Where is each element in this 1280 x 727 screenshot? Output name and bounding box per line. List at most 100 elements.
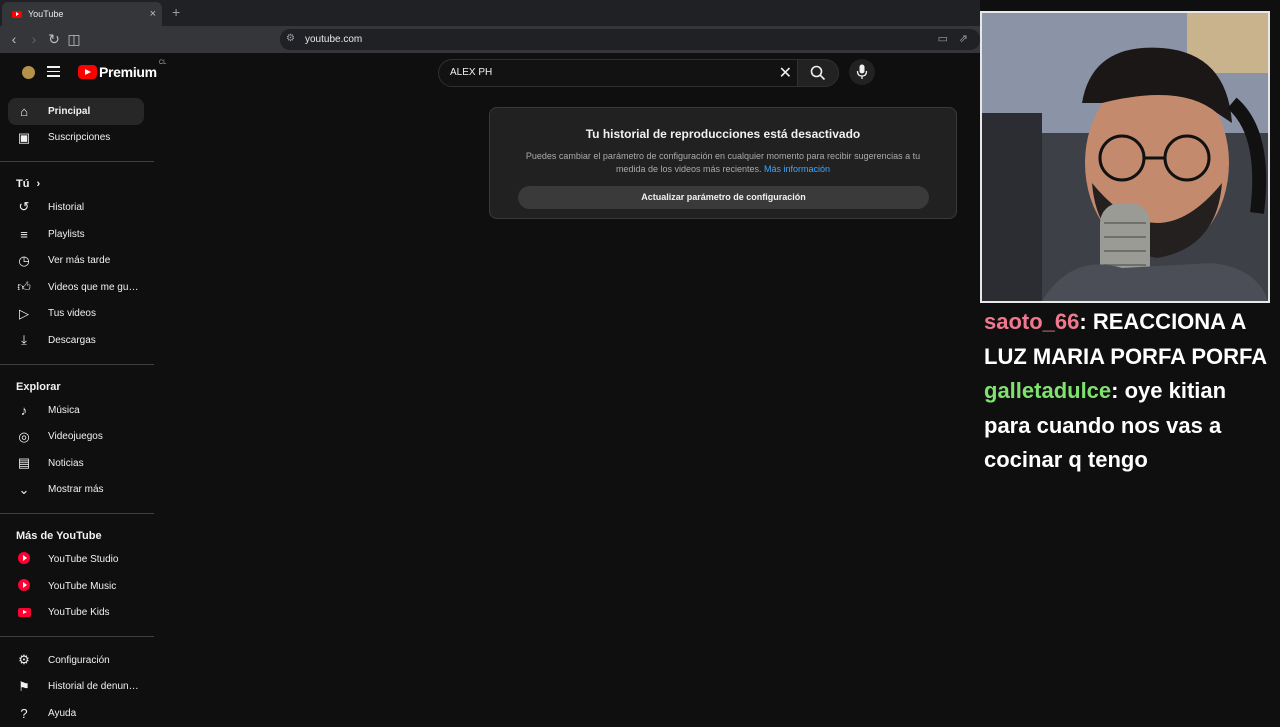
history-off-description: Puedes cambiar el parámetro de configura… <box>518 150 928 176</box>
account-avatar[interactable] <box>22 66 35 79</box>
search-button[interactable] <box>797 59 839 87</box>
stream-chat-overlay: saoto_66: REACCIONA A LUZ MARIA PORFA PO… <box>984 305 1274 478</box>
sidebar-item-label: Ayuda <box>48 707 77 719</box>
sidebar-item-label: Descargas <box>48 334 96 346</box>
menu-icon[interactable] <box>47 66 60 77</box>
sidebar-item-youtube-music[interactable]: YouTube Music <box>8 573 144 600</box>
subscriptions-icon: ▣ <box>17 129 31 145</box>
like-icon: 👍︎ <box>17 279 31 295</box>
youtube-kids-icon <box>16 605 32 620</box>
youtube-favicon-icon <box>12 10 22 18</box>
sidebar-item-ver-mas-tarde[interactable]: ◷ Ver más tarde <box>8 247 144 274</box>
sidebar-item-descargas[interactable]: ⤓ Descargas <box>8 327 144 354</box>
url-text: youtube.com <box>305 34 363 45</box>
sidebar-divider <box>0 513 154 515</box>
sidebar-item-noticias[interactable]: ▤ Noticias <box>8 450 144 477</box>
sidebar-item-tus-videos[interactable]: ▷ Tus videos <box>8 301 144 328</box>
your-videos-icon: ▷ <box>19 305 29 321</box>
home-icon: ⌂ <box>20 103 28 119</box>
music-icon: ♪ <box>20 402 28 418</box>
sidebar-item-suscripciones[interactable]: ▣ Suscripciones <box>8 125 144 152</box>
share-icon[interactable]: ⇗ <box>959 32 968 45</box>
sidebar-explore-header: Explorar <box>16 380 61 393</box>
history-icon: ↺ <box>18 199 30 215</box>
search-input[interactable]: ALEX PH ✕ <box>438 59 799 87</box>
history-off-card: Tu historial de reproducciones está desa… <box>489 107 957 219</box>
microphone-icon <box>856 64 868 79</box>
chat-username: saoto_66 <box>984 309 1080 334</box>
flag-icon: ⚑ <box>18 678 30 694</box>
more-info-link[interactable]: Más información <box>764 164 830 174</box>
sidebar-item-label: Noticias <box>48 457 84 469</box>
logo-text: Premium <box>99 64 157 80</box>
youtube-studio-icon <box>16 551 32 567</box>
streamer-webcam-image <box>982 13 1268 301</box>
webcam-overlay <box>980 11 1270 303</box>
sidebar-item-historial[interactable]: ↺ Historial <box>8 194 144 221</box>
cast-icon[interactable]: ▭ <box>938 32 948 45</box>
description-text: Puedes cambiar el parámetro de configura… <box>525 151 921 174</box>
chat-message: galletadulce: oye kitian para cuando nos… <box>984 378 1227 472</box>
chat-message: saoto_66: REACCIONA A LUZ MARIA PORFA PO… <box>984 309 1268 369</box>
chevron-down-icon: ⌄ <box>18 481 30 497</box>
youtube-music-icon <box>16 578 32 594</box>
download-icon: ⤓ <box>21 332 27 348</box>
sidebar-item-label: Videos que me gus... <box>48 281 140 293</box>
new-tab-button[interactable]: + <box>172 4 180 20</box>
country-code: CL <box>158 60 167 66</box>
sidebar-toggle-icon[interactable]: ◫ <box>66 31 82 48</box>
sidebar-item-label: Ver más tarde <box>48 255 111 267</box>
sidebar-item-label: Música <box>48 404 80 416</box>
reload-icon[interactable]: ↻ <box>46 31 62 48</box>
playlists-icon: ≡ <box>20 226 28 242</box>
tab-close-button[interactable]: × <box>150 8 156 20</box>
sidebar-item-label: Playlists <box>48 228 85 240</box>
search-icon <box>810 65 826 81</box>
site-info-icon[interactable]: ⚙ <box>286 33 295 44</box>
sidebar-item-label: Videojuegos <box>48 431 103 443</box>
sidebar-item-label: Tus videos <box>48 308 96 320</box>
gear-icon: ⚙ <box>18 652 30 668</box>
clear-search-button[interactable]: ✕ <box>779 63 792 83</box>
browser-tab[interactable]: YouTube × <box>2 2 162 26</box>
sidebar-divider <box>0 161 154 163</box>
forward-icon[interactable]: › <box>26 31 42 47</box>
youtube-premium-logo[interactable]: Premium CL <box>78 60 166 80</box>
guide-sidebar: ⌂ Principal ▣ Suscripciones Tú › ↺ Histo… <box>0 98 154 727</box>
sidebar-item-label: Historial de denunc... <box>48 681 140 693</box>
sidebar-item-youtube-studio[interactable]: YouTube Studio <box>8 546 144 573</box>
sidebar-item-label: YouTube Kids <box>48 607 110 619</box>
chevron-right-icon: › <box>36 178 41 191</box>
back-icon[interactable]: ‹ <box>6 31 22 47</box>
sidebar-item-principal[interactable]: ⌂ Principal <box>8 98 144 125</box>
history-off-title: Tu historial de reproducciones está desa… <box>585 127 861 141</box>
sidebar-item-label: Configuración <box>48 654 110 666</box>
tab-title: YouTube <box>28 9 64 19</box>
sidebar-item-videos-que-me-gustan[interactable]: 👍︎ Videos que me gus... <box>8 274 144 301</box>
sidebar-item-playlists[interactable]: ≡ Playlists <box>8 221 144 248</box>
sidebar-divider <box>0 363 154 365</box>
sidebar-item-youtube-kids[interactable]: YouTube Kids <box>8 599 144 626</box>
search-query: ALEX PH <box>450 67 493 78</box>
update-setting-button[interactable]: Actualizar parámetro de configuración <box>518 186 929 209</box>
gaming-icon: ◎ <box>18 428 30 444</box>
sidebar-item-videojuegos[interactable]: ◎ Videojuegos <box>8 423 144 450</box>
sidebar-item-label: Mostrar más <box>48 484 104 496</box>
sidebar-item-label: YouTube Music <box>48 580 117 592</box>
sidebar-item-label: Suscripciones <box>48 132 111 144</box>
sidebar-you-header[interactable]: Tú › <box>0 172 154 194</box>
voice-search-button[interactable] <box>849 59 875 85</box>
youtube-logo-icon <box>78 65 97 79</box>
sidebar-item-configuracion[interactable]: ⚙ Configuración <box>8 647 144 674</box>
news-icon: ▤ <box>17 455 31 471</box>
sidebar-item-label: YouTube Studio <box>48 553 119 565</box>
sidebar-item-musica[interactable]: ♪ Música <box>8 397 144 424</box>
help-icon: ? <box>20 705 28 721</box>
sidebar-item-ayuda[interactable]: ? Ayuda <box>8 700 144 727</box>
chat-username: galletadulce <box>984 378 1112 403</box>
sidebar-item-mostrar-mas[interactable]: ⌄ Mostrar más <box>8 477 144 504</box>
sidebar-item-historial-denuncias[interactable]: ⚑ Historial de denunc... <box>8 674 144 701</box>
section-title: Tú <box>16 178 30 191</box>
watch-later-icon: ◷ <box>18 252 30 268</box>
url-bar[interactable]: ⚙ youtube.com ▭ ⇗ <box>280 29 980 50</box>
